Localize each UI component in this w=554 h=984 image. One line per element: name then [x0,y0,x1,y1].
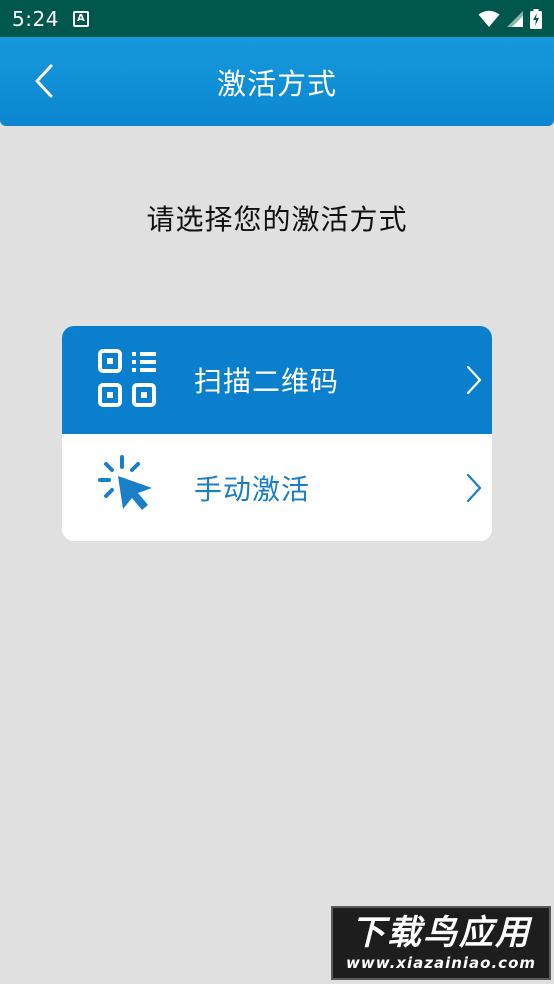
watermark-url: www.xiazainiao.com [345,954,537,972]
scan-qr-option[interactable]: 扫描二维码 [62,326,492,434]
status-icons [478,8,542,29]
back-button[interactable] [22,59,66,103]
app-bar: 激活方式 [0,37,554,126]
status-bar: 5:24 A [0,0,554,37]
wifi-icon [478,10,500,27]
manual-activation-label: 手动激活 [194,472,311,506]
chevron-right-icon [466,473,482,503]
notification-badge: A [72,10,89,27]
chevron-left-icon [35,64,53,98]
activation-prompt: 请选择您的激活方式 [146,203,408,236]
page-title: 激活方式 [216,66,337,101]
click-cursor-icon [98,455,152,510]
watermark: 下载鸟应用 www.xiazainiao.com [331,906,551,980]
scan-qr-label: 扫描二维码 [194,365,340,398]
chevron-right-icon [466,365,482,395]
status-time: 5:24 [12,6,59,31]
manual-activation-option[interactable]: 手动激活 [62,434,492,541]
signal-icon [507,10,523,27]
battery-charging-icon [530,8,542,29]
watermark-title: 下载鸟应用 [351,913,531,953]
activation-options-card: 扫描二维码 手动激活 [62,326,492,541]
qr-code-icon [98,349,156,407]
